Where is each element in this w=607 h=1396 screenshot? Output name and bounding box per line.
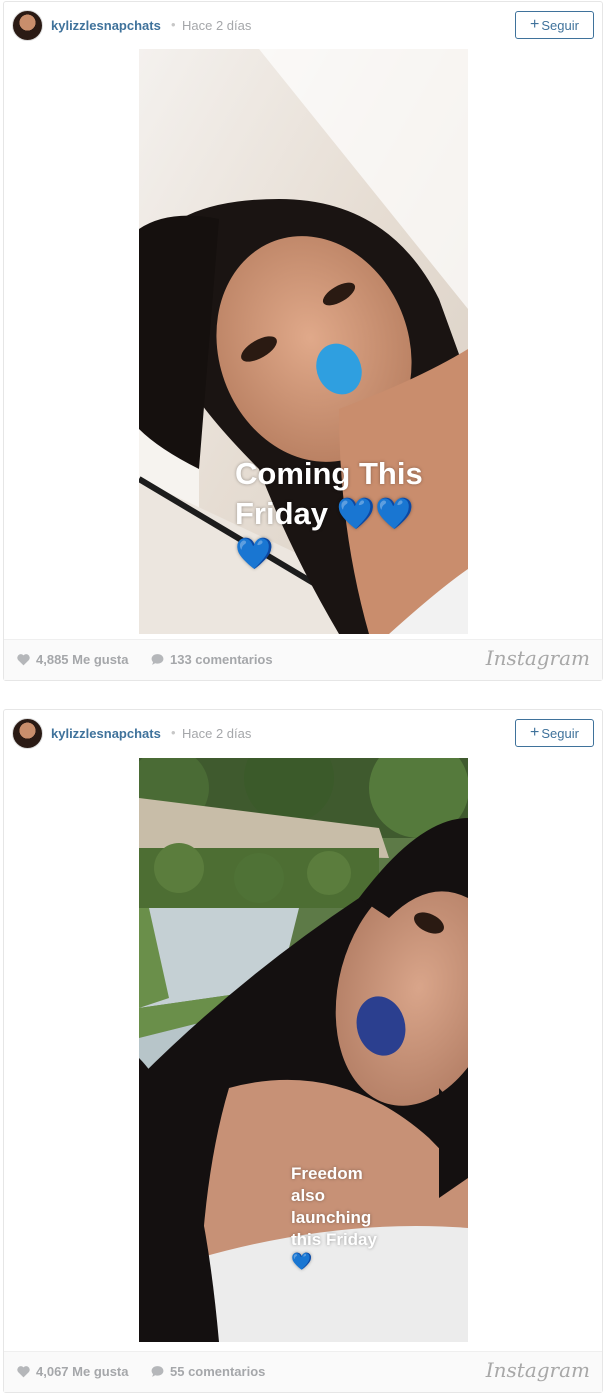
post-photo[interactable]: Coming This Friday 💙💙 💙 <box>139 49 468 634</box>
follow-button[interactable]: + Seguir <box>515 11 594 39</box>
instagram-logo[interactable]: Instagram <box>486 1358 590 1382</box>
instagram-logo[interactable]: Instagram <box>486 646 590 670</box>
follow-button[interactable]: + Seguir <box>515 719 594 747</box>
post-footer: 4,067 Me gusta 55 comentarios Instagram <box>4 1351 602 1392</box>
post-header: kylizzlesnapchats • Hace 2 días + Seguir <box>4 2 602 50</box>
heart-icon <box>17 654 30 666</box>
comments-text: 55 comentarios <box>170 1364 266 1379</box>
snap-caption: Coming This Friday 💙💙 💙 <box>235 454 455 574</box>
comments-text: 133 comentarios <box>170 652 273 667</box>
post-footer: 4,885 Me gusta 133 comentarios Instagram <box>4 639 602 680</box>
plus-icon: + <box>530 724 540 741</box>
caption-line: Freedom <box>291 1164 363 1183</box>
likes-text: 4,885 Me gusta <box>36 652 129 667</box>
follow-label: Seguir <box>541 725 579 741</box>
username-link[interactable]: kylizzlesnapchats <box>51 18 161 33</box>
instagram-embed-post-1: kylizzlesnapchats • Hace 2 días + Seguir <box>3 1 603 681</box>
caption-line: 💙 <box>235 536 274 571</box>
post-photo[interactable]: Freedom also launching this Friday 💙 <box>139 758 468 1342</box>
caption-line: Coming This <box>235 456 423 491</box>
comment-bubble-icon <box>151 1366 164 1377</box>
comments-count[interactable]: 55 comentarios <box>150 1364 265 1379</box>
comment-bubble-icon <box>151 654 164 665</box>
instagram-embed-post-2: kylizzlesnapchats • Hace 2 días + Seguir <box>3 709 603 1393</box>
user-avatar[interactable] <box>12 718 43 749</box>
caption-line: Friday 💙💙 <box>235 496 414 531</box>
post-time[interactable]: Hace 2 días <box>182 18 251 33</box>
likes-count[interactable]: 4,067 Me gusta <box>16 1364 129 1379</box>
post-time[interactable]: Hace 2 días <box>182 726 251 741</box>
caption-line: launching <box>291 1208 372 1227</box>
user-avatar[interactable] <box>12 10 43 41</box>
comments-count[interactable]: 133 comentarios <box>150 652 273 667</box>
follow-label: Seguir <box>541 17 579 33</box>
post-header: kylizzlesnapchats • Hace 2 días + Seguir <box>4 710 602 758</box>
heart-icon <box>17 1366 30 1378</box>
username-link[interactable]: kylizzlesnapchats <box>51 726 161 741</box>
caption-line: 💙 <box>291 1252 313 1271</box>
caption-line: also <box>291 1186 326 1205</box>
snap-caption: Freedom also launching this Friday 💙 <box>291 1163 411 1273</box>
plus-icon: + <box>530 16 540 33</box>
caption-line: this Friday <box>291 1230 377 1249</box>
separator-dot: • <box>171 17 176 32</box>
likes-count[interactable]: 4,885 Me gusta <box>16 652 129 667</box>
likes-text: 4,067 Me gusta <box>36 1364 129 1379</box>
separator-dot: • <box>171 725 176 740</box>
